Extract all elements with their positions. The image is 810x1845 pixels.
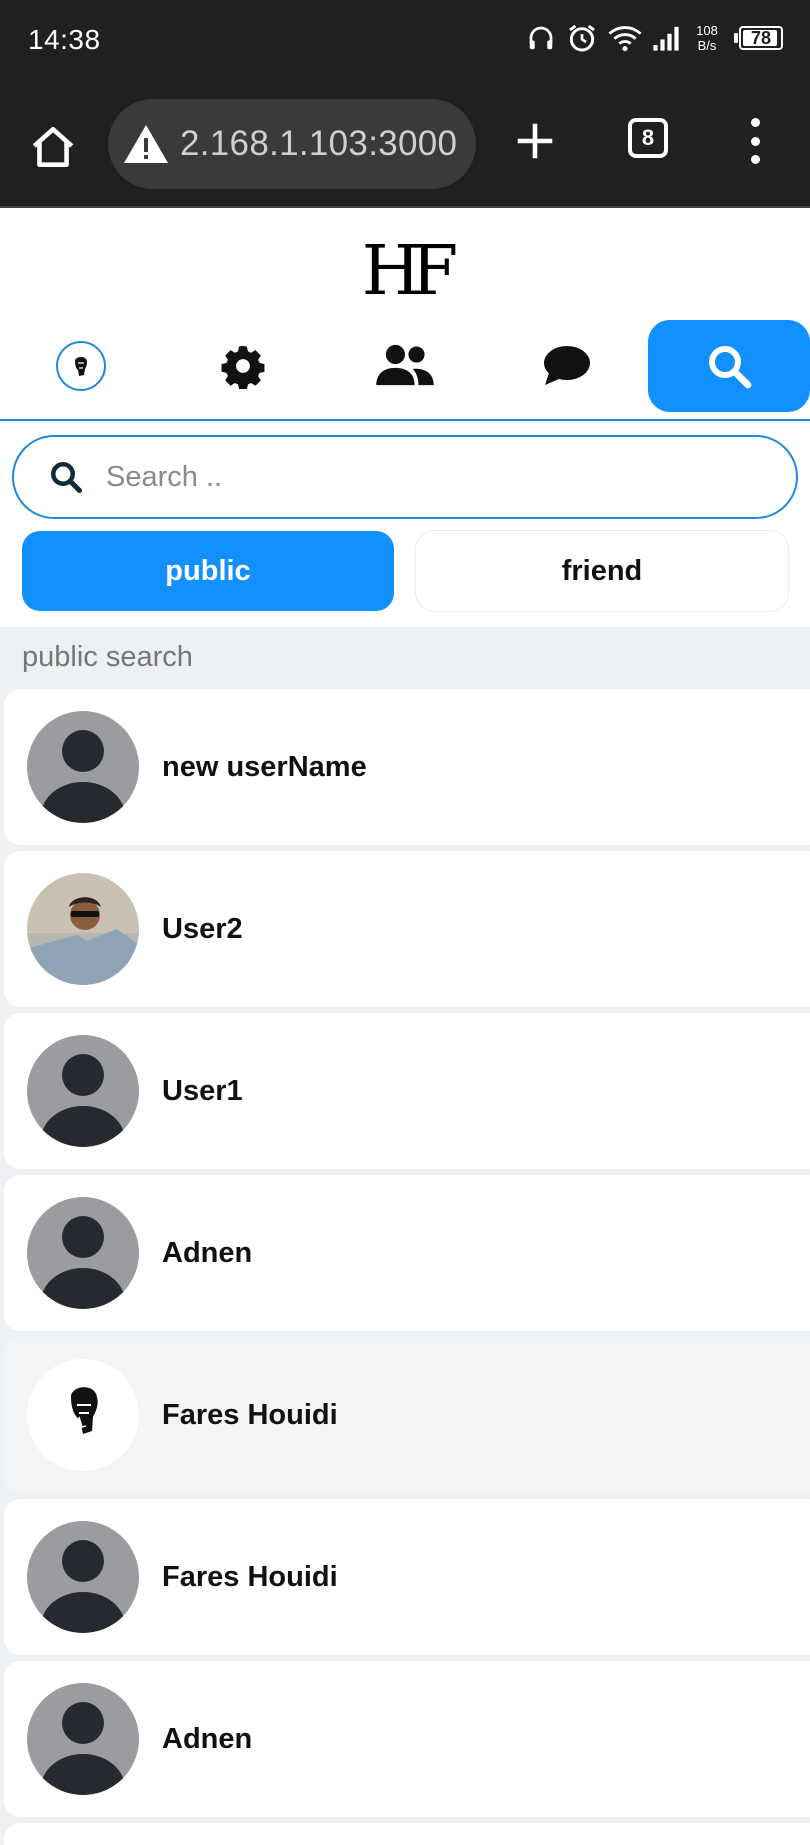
list-item[interactable]: Adnen	[4, 1175, 810, 1331]
net-speed: 108 B/s	[690, 23, 724, 53]
status-time: 14:38	[28, 24, 101, 55]
wifi-icon	[608, 26, 642, 52]
app-header: HF	[0, 208, 810, 421]
list-item[interactable]: User2	[4, 851, 810, 1007]
app-logo[interactable]: HF	[0, 236, 810, 308]
tab-count: 8	[641, 125, 655, 150]
home-icon[interactable]	[28, 122, 78, 172]
avatar	[27, 711, 139, 823]
avatar	[27, 1197, 139, 1309]
search-icon	[709, 346, 752, 389]
avatar[interactable]	[56, 341, 106, 391]
tabs-button[interactable]: 8	[628, 118, 668, 158]
status-icons: 108 B/s 78	[526, 22, 784, 54]
user-name: User1	[162, 1074, 243, 1107]
avatar	[27, 1683, 139, 1795]
profile-sketch-icon	[75, 357, 87, 376]
alarm-icon	[569, 24, 595, 52]
friend-filter-button[interactable]: friend	[416, 531, 788, 611]
settings-icon	[221, 345, 265, 389]
public-filter-button[interactable]: public	[22, 531, 394, 611]
net-speed-unit: B/s	[697, 38, 717, 53]
user-name: User2	[162, 912, 243, 945]
url-text[interactable]: 2.168.1.103:3000	[180, 124, 457, 164]
avatar	[27, 1521, 139, 1633]
list-item[interactable]: User1	[4, 1013, 810, 1169]
search-panel: public friend	[0, 423, 810, 627]
avatar	[27, 873, 139, 985]
status-bar: 14:38 108 B/s 78	[0, 0, 810, 82]
signal-icon	[653, 26, 679, 51]
url-bar[interactable]: 2.168.1.103:3000	[108, 99, 476, 189]
headphones-icon	[529, 26, 553, 50]
plus-icon[interactable]	[512, 118, 558, 164]
nav-profile[interactable]	[32, 320, 130, 412]
menu-icon[interactable]	[748, 118, 762, 164]
chat-icon	[544, 346, 590, 385]
list-item[interactable]: Adnen	[4, 1661, 810, 1817]
list-item-partial[interactable]	[4, 1823, 810, 1845]
list-item[interactable]: new userName	[4, 689, 810, 845]
nav-friends[interactable]	[356, 320, 454, 412]
nav-chat[interactable]	[518, 320, 616, 412]
battery-level: 78	[750, 27, 772, 48]
user-name: Adnen	[162, 1722, 253, 1755]
list-item[interactable]: Fares Houidi	[4, 1499, 810, 1655]
main-nav	[0, 320, 810, 412]
net-speed-value: 108	[696, 23, 718, 38]
friends-icon	[376, 344, 434, 386]
user-name: new userName	[162, 750, 367, 783]
warning-icon[interactable]	[122, 120, 170, 168]
nav-search[interactable]	[648, 320, 810, 412]
list-item[interactable]: Fares Houidi	[4, 1337, 810, 1493]
battery-icon: 78	[734, 26, 784, 50]
search-input[interactable]	[106, 460, 706, 494]
search-box[interactable]	[12, 435, 798, 519]
user-name: Fares Houidi	[162, 1398, 338, 1431]
user-name: Adnen	[162, 1236, 253, 1269]
search-icon	[51, 462, 83, 494]
avatar	[27, 1035, 139, 1147]
browser-toolbar: 2.168.1.103:3000 8	[0, 82, 810, 208]
nav-settings[interactable]	[194, 320, 292, 412]
avatar	[27, 1359, 139, 1471]
user-name: Fares Houidi	[162, 1560, 338, 1593]
section-label: public search	[22, 641, 193, 673]
